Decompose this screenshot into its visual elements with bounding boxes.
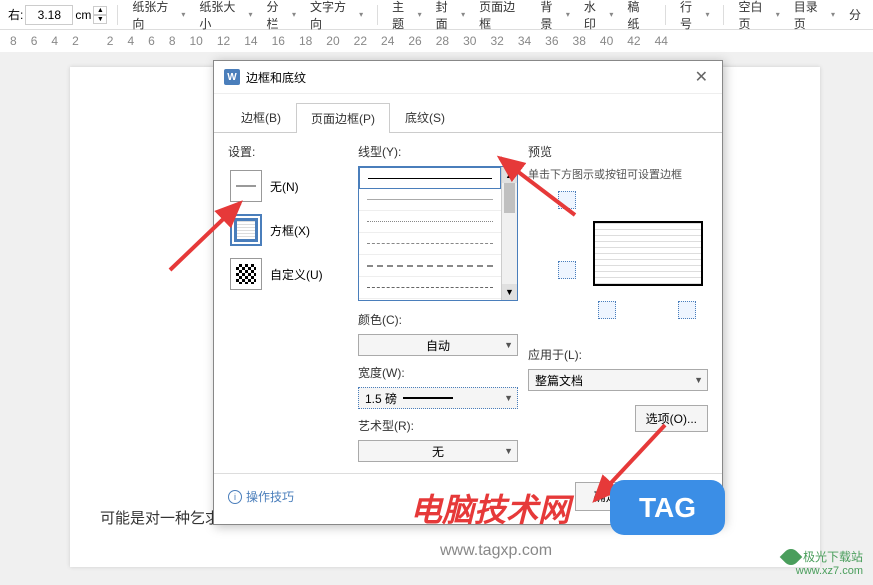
writing-paper-button[interactable]: 稿纸 bbox=[623, 0, 655, 34]
line-style-list[interactable]: ▲ ▼ bbox=[358, 166, 518, 301]
line-style-solid[interactable] bbox=[359, 167, 501, 189]
cover-button[interactable]: 封面▾ bbox=[432, 0, 470, 34]
art-label: 艺术型(R): bbox=[358, 417, 518, 434]
edge-left-button[interactable] bbox=[598, 301, 616, 319]
page-border-button[interactable]: 页面边框 bbox=[475, 0, 530, 34]
close-button[interactable]: ✕ bbox=[691, 67, 712, 87]
line-list-scrollbar[interactable]: ▲ ▼ bbox=[501, 167, 517, 300]
setting-custom[interactable]: 自定义(U) bbox=[228, 254, 348, 294]
section-button[interactable]: 分 bbox=[845, 4, 865, 25]
art-combo[interactable]: 无▼ bbox=[358, 440, 518, 462]
width-label: 宽度(W): bbox=[358, 364, 518, 381]
width-combo[interactable]: 1.5 磅▼ bbox=[358, 387, 518, 409]
line-style-label: 线型(Y): bbox=[358, 143, 518, 160]
app-icon: W bbox=[224, 69, 240, 85]
margin-spinner[interactable]: ▲▼ bbox=[93, 6, 107, 24]
dialog-tabs: 边框(B) 页面边框(P) 底纹(S) bbox=[214, 94, 722, 133]
apply-to-combo[interactable]: 整篇文档▼ bbox=[528, 369, 708, 391]
blank-page-button[interactable]: 空白页▾ bbox=[734, 0, 783, 34]
paper-size-button[interactable]: 纸张大小▾ bbox=[195, 0, 256, 34]
line-style-item[interactable] bbox=[359, 277, 501, 299]
tab-page-border[interactable]: 页面边框(P) bbox=[296, 103, 390, 133]
watermark-button[interactable]: 水印▾ bbox=[580, 0, 618, 34]
tips-link[interactable]: i 操作技巧 bbox=[228, 488, 294, 505]
custom-icon bbox=[230, 258, 262, 290]
horizontal-ruler: 8642246810121416182022242628303234363840… bbox=[0, 30, 873, 52]
site-logo: 极光下载站 www.xz7.com bbox=[783, 548, 863, 577]
preview-hint: 单击下方图示或按钮可设置边框 bbox=[528, 166, 708, 182]
main-toolbar: 右: cm ▲▼ 纸张方向▾ 纸张大小▾ 分栏▾ 文字方向▾ 主题▾ 封面▾ 页… bbox=[0, 0, 873, 30]
edge-right-button[interactable] bbox=[678, 301, 696, 319]
dialog-title: 边框和底纹 bbox=[246, 69, 306, 86]
scroll-up-button[interactable]: ▲ bbox=[502, 167, 517, 183]
preview-area bbox=[528, 186, 708, 326]
margin-label: 右: bbox=[8, 6, 23, 23]
info-icon: i bbox=[228, 490, 242, 504]
setting-none[interactable]: 无(N) bbox=[228, 166, 348, 206]
edge-top-button[interactable] bbox=[558, 191, 576, 209]
box-icon bbox=[230, 214, 262, 246]
preview-page-icon[interactable] bbox=[593, 221, 703, 286]
line-style-item[interactable] bbox=[359, 189, 501, 211]
background-button[interactable]: 背景▾ bbox=[536, 0, 574, 34]
orientation-button[interactable]: 纸张方向▾ bbox=[128, 0, 189, 34]
apply-to-label: 应用于(L): bbox=[528, 346, 708, 363]
margin-unit: cm bbox=[75, 8, 91, 22]
options-button[interactable]: 选项(O)... bbox=[635, 405, 708, 432]
preview-label: 预览 bbox=[528, 143, 708, 160]
edge-bottom-button[interactable] bbox=[558, 261, 576, 279]
columns-button[interactable]: 分栏▾ bbox=[263, 0, 301, 34]
tag-badge: TAG bbox=[610, 480, 725, 535]
theme-button[interactable]: 主题▾ bbox=[388, 0, 426, 34]
watermark-url: www.tagxp.com bbox=[440, 542, 552, 560]
dialog-titlebar: W 边框和底纹 ✕ bbox=[214, 61, 722, 94]
toc-button[interactable]: 目录页▾ bbox=[790, 0, 839, 34]
settings-label: 设置: bbox=[228, 143, 348, 160]
margin-value-input[interactable] bbox=[25, 5, 73, 25]
text-direction-button[interactable]: 文字方向▾ bbox=[306, 0, 367, 34]
line-style-item[interactable] bbox=[359, 255, 501, 277]
color-label: 颜色(C): bbox=[358, 311, 518, 328]
line-style-item[interactable] bbox=[359, 233, 501, 255]
color-combo[interactable]: 自动▼ bbox=[358, 334, 518, 356]
scroll-down-button[interactable]: ▼ bbox=[502, 284, 517, 300]
line-number-button[interactable]: 行号▾ bbox=[676, 0, 714, 34]
tab-shading[interactable]: 底纹(S) bbox=[390, 102, 460, 132]
watermark-text-1: 电脑技术网 bbox=[410, 485, 570, 531]
none-icon bbox=[230, 170, 262, 202]
setting-box[interactable]: 方框(X) bbox=[228, 210, 348, 250]
margin-right-control: 右: cm ▲▼ bbox=[8, 5, 107, 25]
line-style-item[interactable] bbox=[359, 211, 501, 233]
scroll-thumb[interactable] bbox=[504, 183, 515, 213]
borders-shading-dialog: W 边框和底纹 ✕ 边框(B) 页面边框(P) 底纹(S) 设置: 无(N) 方… bbox=[213, 60, 723, 525]
tab-border[interactable]: 边框(B) bbox=[226, 102, 296, 132]
